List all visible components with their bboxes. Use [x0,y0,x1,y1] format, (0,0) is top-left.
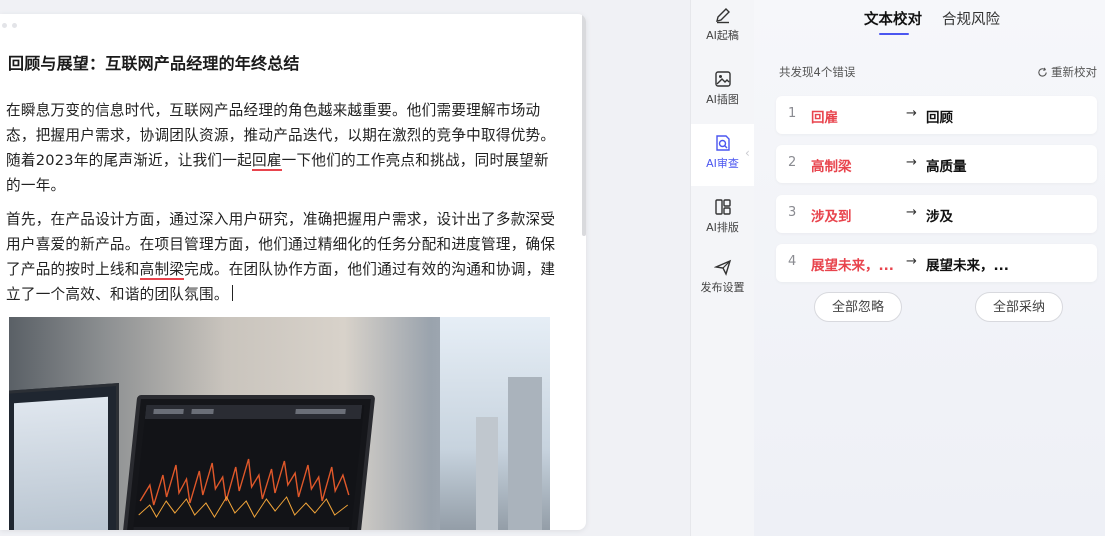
arrow-icon: → [906,155,917,170]
panel-tabs: 文本校对 合规风险 [754,8,1105,38]
rail-item-label: AI起稿 [706,29,739,42]
error-suggestion: 展望未来，... [926,258,1009,274]
arrow-icon: → [906,106,917,121]
laptop-chart-graphic [131,405,363,530]
paragraph-2[interactable]: 首先，在产品设计方面，通过深入用户研究，准确把握用户需求，设计出了多款深受用户喜… [6,207,558,307]
rail-item-ai-layout[interactable]: AI排版 [691,192,754,244]
document-editor[interactable]: 回顾与展望：互联网产品经理的年终总结 在瞬息万变的信息时代，互联网产品经理的角色… [0,14,586,530]
spelling-error-2[interactable]: 高制梁 [139,261,185,280]
document-title[interactable]: 回顾与展望：互联网产品经理的年终总结 [8,50,300,74]
layout-icon [714,199,731,215]
error-number: 3 [788,205,797,220]
error-number: 1 [788,106,797,121]
error-original: 回雇 [811,110,838,126]
error-card-1[interactable]: 1 回雇 → 回顾 [776,96,1097,134]
text-cursor [231,285,233,301]
rail-item-publish-settings[interactable]: 发布设置 [691,252,754,304]
image-icon [714,71,731,87]
window-dots [2,23,17,28]
rail-item-label: 发布设置 [700,281,745,294]
editor-scrollbar[interactable] [582,14,586,236]
review-panel: 文本校对 合规风险 共发现4个错误 重新校对 1 回雇 → 回顾 2 高制梁 →… [754,0,1105,536]
arrow-icon: → [906,254,917,269]
send-icon [713,259,731,276]
error-card-3[interactable]: 3 涉及到 → 涉及 [776,195,1097,233]
photo-building [508,377,542,530]
collapse-chevron-icon[interactable]: ‹ [745,146,753,160]
refresh-icon [1038,67,1047,77]
tab-compliance-risk[interactable]: 合规风险 [942,8,1000,29]
photo-laptop [120,395,376,530]
rail-item-label: AI排版 [706,221,739,234]
error-card-2[interactable]: 2 高制梁 → 高质量 [776,145,1097,183]
error-suggestion: 涉及 [926,209,953,225]
photo-monitor [9,382,119,530]
pen-icon [715,8,730,24]
error-suggestion: 回顾 [926,110,953,126]
error-summary: 共发现4个错误 [779,65,856,79]
rail-item-ai-draft[interactable]: AI起稿 [691,0,754,52]
active-tab-indicator [879,33,909,35]
error-original: 涉及到 [811,209,852,225]
photo-building-2 [476,417,498,530]
rail-item-label: AI插图 [706,93,739,106]
recheck-button[interactable]: 重新校对 [1037,64,1097,80]
tab-text-proofreading[interactable]: 文本校对 [864,8,922,29]
spelling-error-1[interactable]: 回雇 [251,152,282,171]
ignore-all-button[interactable]: 全部忽略 [814,292,902,322]
error-original: 高制梁 [811,159,852,175]
recheck-label: 重新校对 [1051,65,1097,79]
error-number: 4 [788,254,797,269]
paragraph-1[interactable]: 在瞬息万变的信息时代，互联网产品经理的角色越来越重要。他们需要理解市场动态，把握… [6,98,558,198]
error-original: 展望未来，... [811,258,894,274]
error-number: 2 [788,155,797,170]
document-image[interactable] [9,317,550,530]
adopt-all-button[interactable]: 全部采纳 [975,292,1063,322]
review-icon [715,135,730,151]
error-suggestion: 高质量 [926,159,967,175]
rail-item-ai-illustration[interactable]: AI插图 [691,64,754,116]
arrow-icon: → [906,205,917,220]
error-card-4[interactable]: 4 展望未来，... → 展望未来，... [776,244,1097,282]
tool-rail: AI起稿 AI插图 AI审查 ‹ AI排版 发布设置 [690,0,755,536]
